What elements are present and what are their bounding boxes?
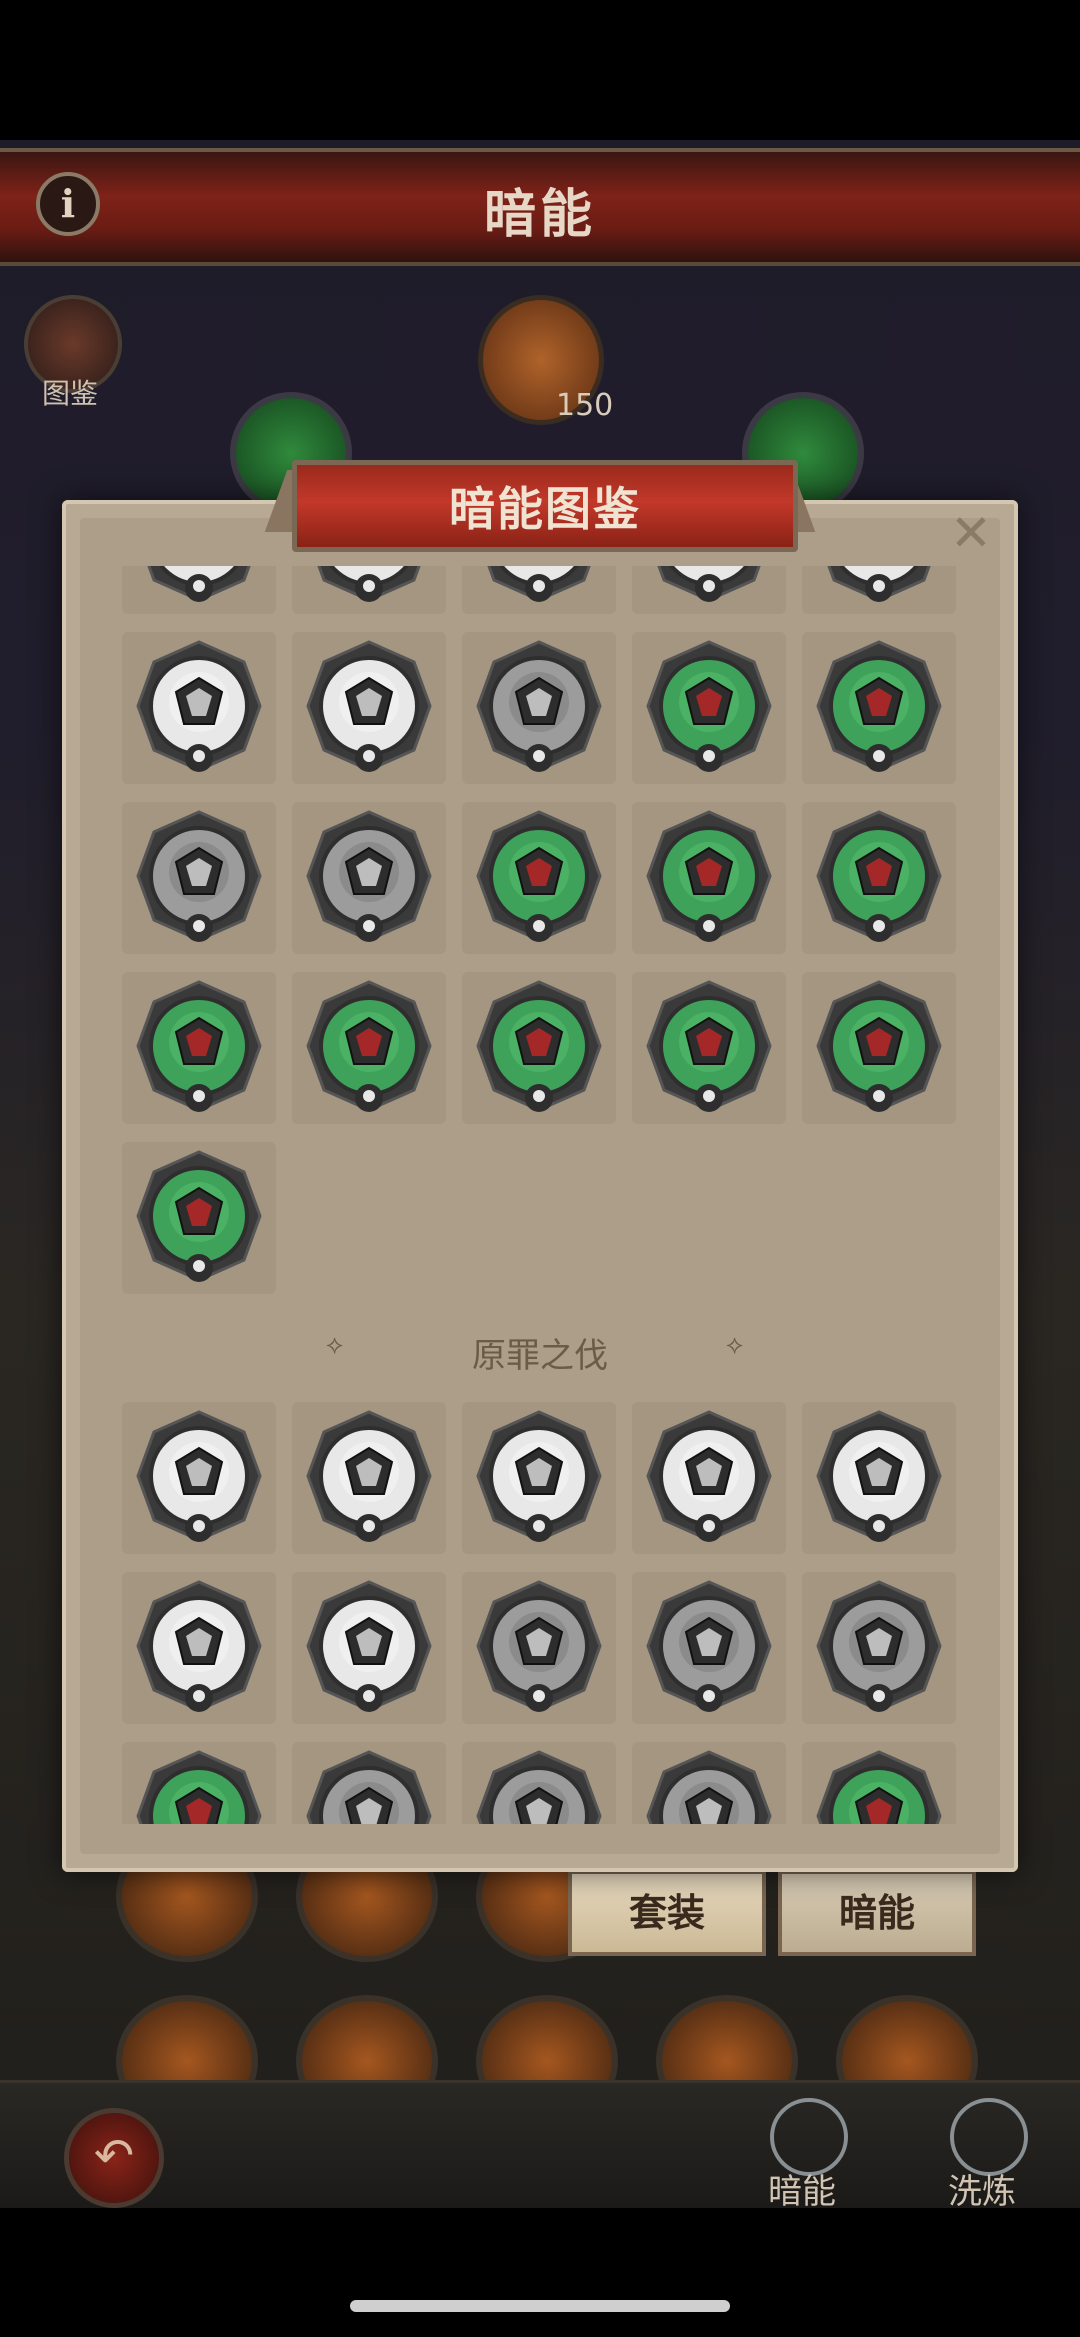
codex-item-partial-icon [487,566,591,602]
tab-dark-energy[interactable]: 暗能 [778,1870,976,1956]
codex-item-wings-icon [306,1580,432,1712]
modal-title-banner: 暗能图鉴 [292,460,798,552]
codex-item-cell[interactable] [292,566,446,614]
codex-item-cell[interactable] [802,632,956,784]
codex-item-cell[interactable] [122,1742,276,1824]
tab-set[interactable]: 套装 [568,1870,766,1956]
codex-item-cell[interactable] [632,566,786,614]
codex-item-cell[interactable] [122,972,276,1124]
codex-item-partial-icon [657,566,761,602]
codex-item-cell[interactable] [292,1742,446,1824]
modal-title: 暗能图鉴 [449,482,641,536]
codex-item-greaves-icon [306,810,432,942]
codex-item-red-boot-icon [476,980,602,1112]
close-icon[interactable]: ✕ [946,508,996,558]
codex-item-cell[interactable] [802,1742,956,1824]
codex-item-partial-icon [317,566,421,602]
codex-item-gauntlet-icon [136,640,262,772]
codex-item-cell[interactable] [462,1402,616,1554]
top-title-bar: 暗能 [0,148,1080,266]
codex-item-wings-icon [646,1750,772,1824]
codex-item-cell[interactable] [632,1742,786,1824]
codex-item-cell[interactable] [122,566,276,614]
codex-item-spiked-helm-icon [476,1580,602,1712]
codex-item-cell[interactable] [802,566,956,614]
section-ornament-left: ⟡ [326,1330,344,1360]
codex-item-cell[interactable] [462,802,616,954]
codex-item-cell[interactable] [802,972,956,1124]
codex-item-partial-icon [147,566,251,602]
back-arrow-icon[interactable]: ↶ [64,2108,164,2208]
codex-item-purple-chest-icon [816,1750,942,1824]
nav-refine-label[interactable]: 洗炼 [948,2164,1016,2213]
codex-item-spiked-helm-icon [136,1410,262,1542]
codex-item-partial-icon [827,566,931,602]
codex-item-cell[interactable] [292,632,446,784]
hub-count: 150 [556,388,614,423]
codex-item-red-chest-icon [306,980,432,1112]
codex-item-cell[interactable] [122,1572,276,1724]
codex-item-winged-helm-icon [646,810,772,942]
codex-item-pauldrons-icon [476,1750,602,1824]
codex-item-purple-helm-icon [136,1750,262,1824]
codex-item-wings-helm-icon [306,640,432,772]
codex-item-horned-helm-icon [816,810,942,942]
section-title: 原罪之伐 [472,1336,608,1376]
codex-item-gauntlet-icon [646,1410,772,1542]
codex-item-cell[interactable] [632,1572,786,1724]
codex-item-red-chest-icon [816,640,942,772]
codex-item-cell[interactable] [292,802,446,954]
codex-item-horned-helm-icon [306,1410,432,1542]
codex-item-cell[interactable] [292,1572,446,1724]
codex-item-cell[interactable] [292,972,446,1124]
codex-item-horned-helm-icon [476,640,602,772]
codex-item-pauldrons-icon [136,1580,262,1712]
codex-item-red-crown-icon [136,1150,262,1282]
codex-item-cell[interactable] [462,1742,616,1824]
codex-item-chest-icon [476,1410,602,1542]
home-indicator [350,2300,730,2312]
codex-item-horn-pauldron-icon [646,640,772,772]
codex-item-cell[interactable] [462,632,616,784]
codex-item-cell[interactable] [802,1572,956,1724]
codex-item-cell[interactable] [122,1402,276,1554]
codex-item-cell[interactable] [462,1572,616,1724]
codex-item-gauntlet-icon [136,810,262,942]
nav-dark-energy-label[interactable]: 暗能 [768,2164,836,2213]
codex-item-chest-icon [816,1580,942,1712]
codex-item-cell[interactable] [122,1142,276,1294]
page-title: 暗能 [483,185,596,245]
codex-item-cell[interactable] [802,802,956,954]
codex-item-red-greaves-icon [646,980,772,1112]
codex-label: 图鉴 [41,377,98,410]
info-icon[interactable]: i [36,172,100,236]
codex-item-red-gauntlet-icon [816,980,942,1112]
codex-item-cell[interactable] [632,802,786,954]
codex-item-cell[interactable] [122,632,276,784]
codex-item-horn-pauldron-icon [136,980,262,1112]
codex-item-cell[interactable] [122,802,276,954]
codex-item-horned-helm-icon [646,1580,772,1712]
codex-item-cell[interactable] [632,972,786,1124]
codex-item-cell[interactable] [462,972,616,1124]
section-ornament-right: ⟡ [726,1330,744,1360]
codex-item-cell[interactable] [292,1402,446,1554]
codex-item-red-gauntlet-icon [476,810,602,942]
codex-item-cell[interactable] [462,566,616,614]
codex-item-cell[interactable] [802,1402,956,1554]
codex-item-cell[interactable] [632,1402,786,1554]
codex-item-greaves-icon [816,1410,942,1542]
codex-item-cell[interactable] [632,632,786,784]
codex-item-chest-icon [306,1750,432,1824]
codex-scroll-area[interactable]: 原罪之伐 ⟡ ⟡ [122,566,958,1824]
